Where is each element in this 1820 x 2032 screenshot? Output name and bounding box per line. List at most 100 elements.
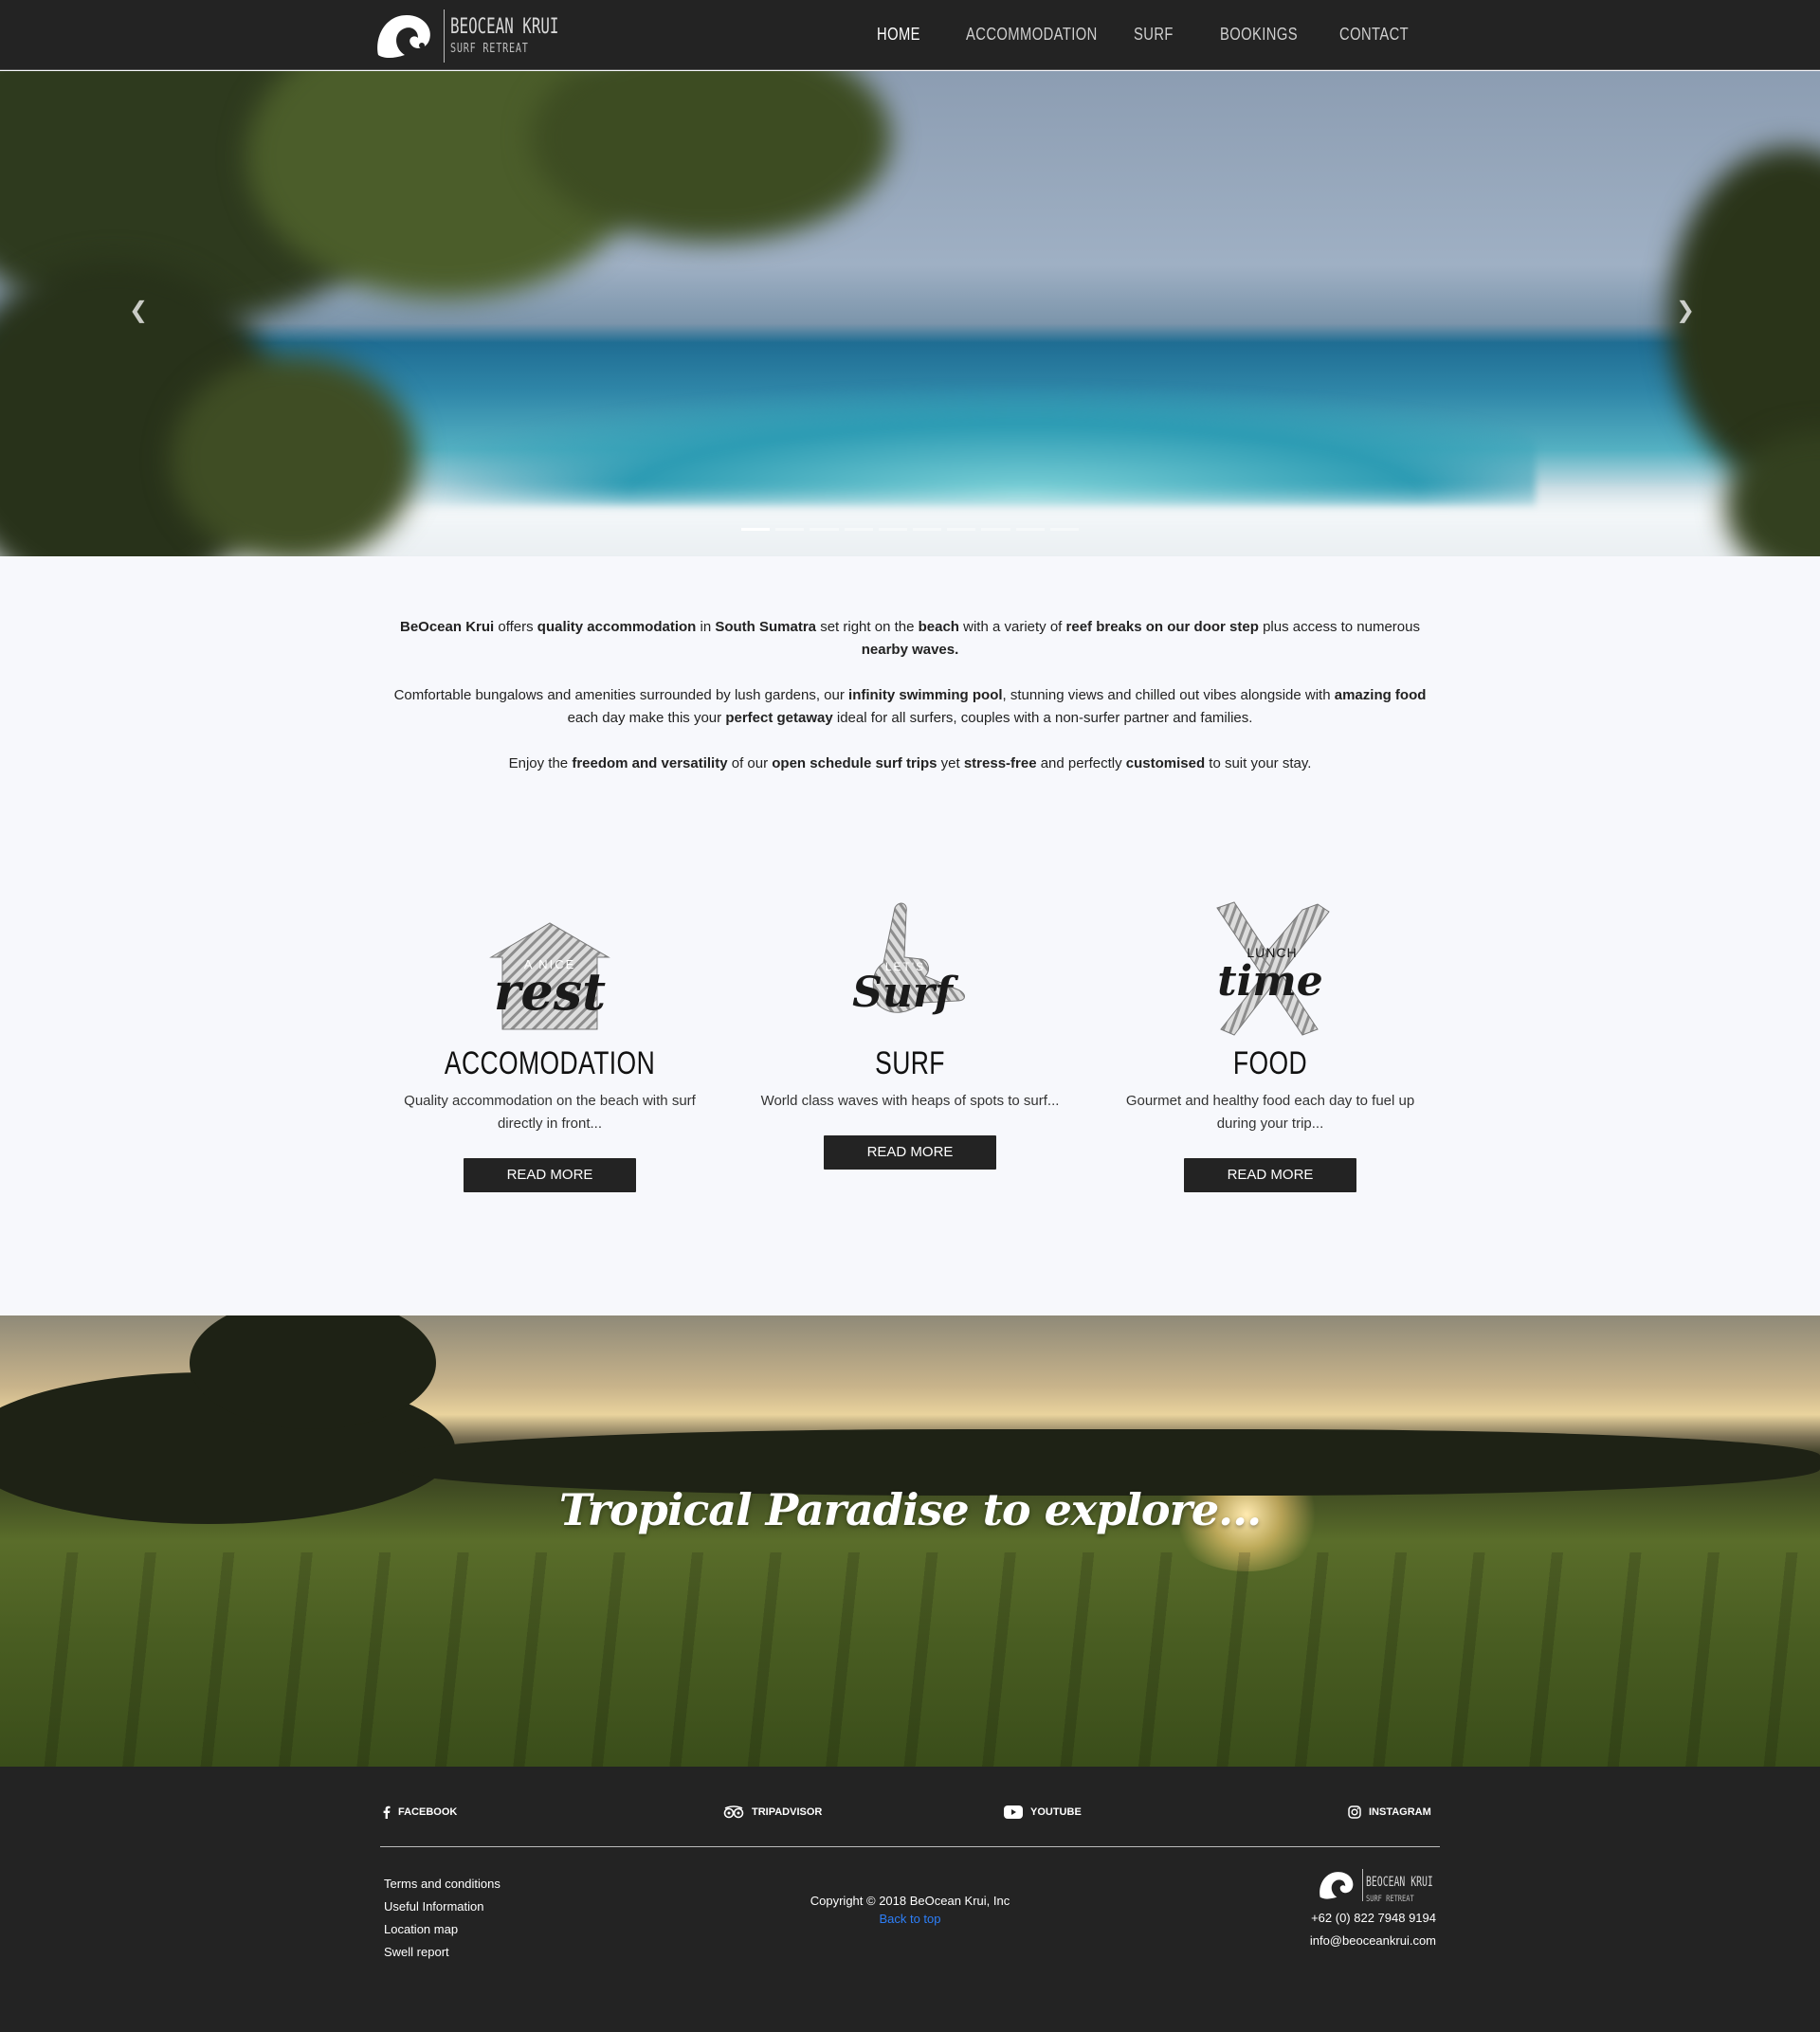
wave-logo-icon <box>1320 1872 1354 1899</box>
intro-highlight: customised <box>1125 755 1206 771</box>
carousel-indicators <box>741 528 1080 532</box>
shaka-hand-icon: LET'S Surf <box>815 891 1005 1043</box>
social-facebook[interactable]: FACEBOOK <box>382 1805 457 1819</box>
intro-text-run: of our <box>727 755 773 771</box>
intro-highlight: stress-free <box>963 755 1037 771</box>
intro-text-run: ideal for all surfers, couples with a no… <box>832 710 1253 726</box>
tripadvisor-icon <box>723 1805 744 1819</box>
rice-field-rows <box>0 1552 1820 1767</box>
intro-paragraph: BeOcean Krui offers quality accommodatio… <box>379 616 1441 662</box>
copyright-block: Copyright © 2018 BeOcean Krui, Inc Back … <box>720 1892 1100 1928</box>
intro-highlight: BeOcean Krui <box>400 619 495 635</box>
contact-email[interactable]: info@beoceankrui.com <box>1310 1930 1436 1952</box>
logo-divider <box>1362 1869 1363 1901</box>
fork-knife-icon: LUNCH time <box>1175 891 1365 1043</box>
nav-accommodation[interactable]: ACCOMMODATION <box>966 25 1098 45</box>
intro-text-run: and perfectly <box>1036 755 1126 771</box>
feature-title: ACCOMODATION <box>444 1045 656 1081</box>
social-youtube[interactable]: YOUTUBE <box>1004 1805 1082 1819</box>
foliage-blur <box>171 355 417 556</box>
carousel-indicator[interactable] <box>775 528 805 531</box>
instagram-icon <box>1348 1805 1361 1819</box>
social-instagram[interactable]: INSTAGRAM <box>1348 1805 1431 1819</box>
carousel-indicator[interactable] <box>981 528 1010 531</box>
feature-surf: LET'S Surf SURF World class waves with h… <box>749 891 1071 1170</box>
main-menu: HOME ACCOMMODATION SURF BOOKINGS CONTACT <box>0 25 1820 47</box>
intro-highlight: infinity swimming pool <box>848 687 1003 703</box>
logo-subtitle: SURF RETREAT <box>1366 1895 1414 1904</box>
feature-food: LUNCH time FOOD Gourmet and healthy food… <box>1109 891 1431 1192</box>
intro-text-run: yet <box>937 755 964 771</box>
feature-text: World class waves with heaps of spots to… <box>760 1093 1060 1109</box>
intro-text-run: Comfortable bungalows and amenities surr… <box>393 687 849 703</box>
nav-surf[interactable]: SURF <box>1134 25 1174 45</box>
social-label: YOUTUBE <box>1030 1806 1082 1818</box>
intro-text-run: offers <box>494 619 537 635</box>
footer-contact: BEOCEAN KRUI SURF RETREAT +62 (0) 822 79… <box>1310 1867 1436 1952</box>
footer-divider <box>380 1846 1440 1847</box>
social-label: FACEBOOK <box>398 1806 458 1818</box>
icon-script-text: Surf <box>852 969 959 1017</box>
feature-accommodation: A NICE rest ACCOMODATION Quality accommo… <box>389 891 711 1192</box>
intro-text-run: with a variety of <box>958 619 1066 635</box>
intro-text-run: Enjoy the <box>508 755 573 771</box>
intro-highlight: amazing food <box>1334 687 1427 703</box>
intro-highlight: beach <box>918 619 959 635</box>
intro-highlight: South Sumatra <box>715 619 817 635</box>
footer-link-info[interactable]: Useful Information <box>384 1896 500 1918</box>
banner-tagline: Tropical Paradise to explore... <box>558 1484 1262 1535</box>
nav-bookings[interactable]: BOOKINGS <box>1220 25 1298 45</box>
nav-contact[interactable]: CONTACT <box>1339 25 1409 45</box>
feature-text: Gourmet and healthy food each day to fue… <box>1125 1093 1415 1132</box>
intro-text-run: , stunning views and chilled out vibes a… <box>1002 687 1335 703</box>
carousel-indicator[interactable] <box>810 528 839 531</box>
carousel-indicator[interactable] <box>947 528 976 531</box>
intro-text-run: to suit your stay. <box>1205 755 1312 771</box>
nav-home[interactable]: HOME <box>877 25 920 45</box>
read-more-button[interactable]: READ MORE <box>1184 1158 1356 1192</box>
footer-link-swell[interactable]: Swell report <box>384 1941 500 1964</box>
intro-highlight: freedom and versatility <box>572 755 728 771</box>
feature-text: Quality accommodation on the beach with … <box>404 1093 696 1132</box>
carousel-indicator[interactable] <box>1015 528 1045 531</box>
intro-text-run: in <box>696 619 716 635</box>
feature-title: FOOD <box>1232 1045 1308 1081</box>
footer-logo: BEOCEAN KRUI SURF RETREAT <box>1315 1867 1436 1904</box>
paradise-banner: Tropical Paradise to explore... <box>0 1315 1820 1767</box>
intro-paragraph: Enjoy the freedom and versatility of our… <box>379 753 1441 775</box>
carousel-next-icon[interactable]: ❯ <box>1676 299 1695 321</box>
carousel-indicator[interactable] <box>844 528 873 531</box>
carousel-prev-icon[interactable]: ❮ <box>129 299 148 321</box>
read-more-button[interactable]: READ MORE <box>464 1158 636 1192</box>
carousel-indicator[interactable] <box>1049 528 1080 531</box>
hero-foam <box>209 488 1820 556</box>
back-to-top-link[interactable]: Back to top <box>720 1910 1100 1928</box>
feature-title: SURF <box>875 1045 945 1081</box>
carousel-indicator[interactable] <box>878 528 908 531</box>
intro-text-run: set right on the <box>816 619 919 635</box>
intro-highlight: nearby waves. <box>861 642 959 658</box>
copyright-text: Copyright © 2018 BeOcean Krui, Inc <box>810 1894 1010 1908</box>
footer-link-terms[interactable]: Terms and conditions <box>384 1873 500 1896</box>
intro-highlight: perfect getaway <box>725 710 833 726</box>
intro-highlight: reef breaks on our door step <box>1065 619 1259 635</box>
site-footer: FACEBOOK TRIPADVISOR YOUTUBE INSTAGRAM T… <box>0 1767 1820 2032</box>
youtube-icon <box>1004 1805 1023 1819</box>
intro-text-run: each day make this your <box>567 710 726 726</box>
intro-highlight: open schedule surf trips <box>772 755 937 771</box>
facebook-icon <box>382 1805 391 1819</box>
social-label: INSTAGRAM <box>1369 1806 1431 1818</box>
icon-script-text: rest <box>494 961 606 1022</box>
social-tripadvisor[interactable]: TRIPADVISOR <box>723 1805 822 1819</box>
carousel-indicator[interactable] <box>913 528 942 531</box>
intro-text-run: plus access to numerous <box>1258 619 1420 635</box>
carousel-indicator[interactable] <box>741 528 771 531</box>
intro-text: BeOcean Krui offers quality accommodatio… <box>379 616 1441 798</box>
footer-link-map[interactable]: Location map <box>384 1918 500 1941</box>
social-label: TRIPADVISOR <box>752 1806 823 1818</box>
top-navbar: BEOCEAN KRUI SURF RETREAT HOME ACCOMMODA… <box>0 0 1820 70</box>
footer-links: Terms and conditions Useful Information … <box>384 1873 500 1964</box>
house-icon: A NICE rest <box>455 891 645 1043</box>
read-more-button[interactable]: READ MORE <box>824 1135 996 1170</box>
intro-highlight: quality accommodation <box>537 619 697 635</box>
